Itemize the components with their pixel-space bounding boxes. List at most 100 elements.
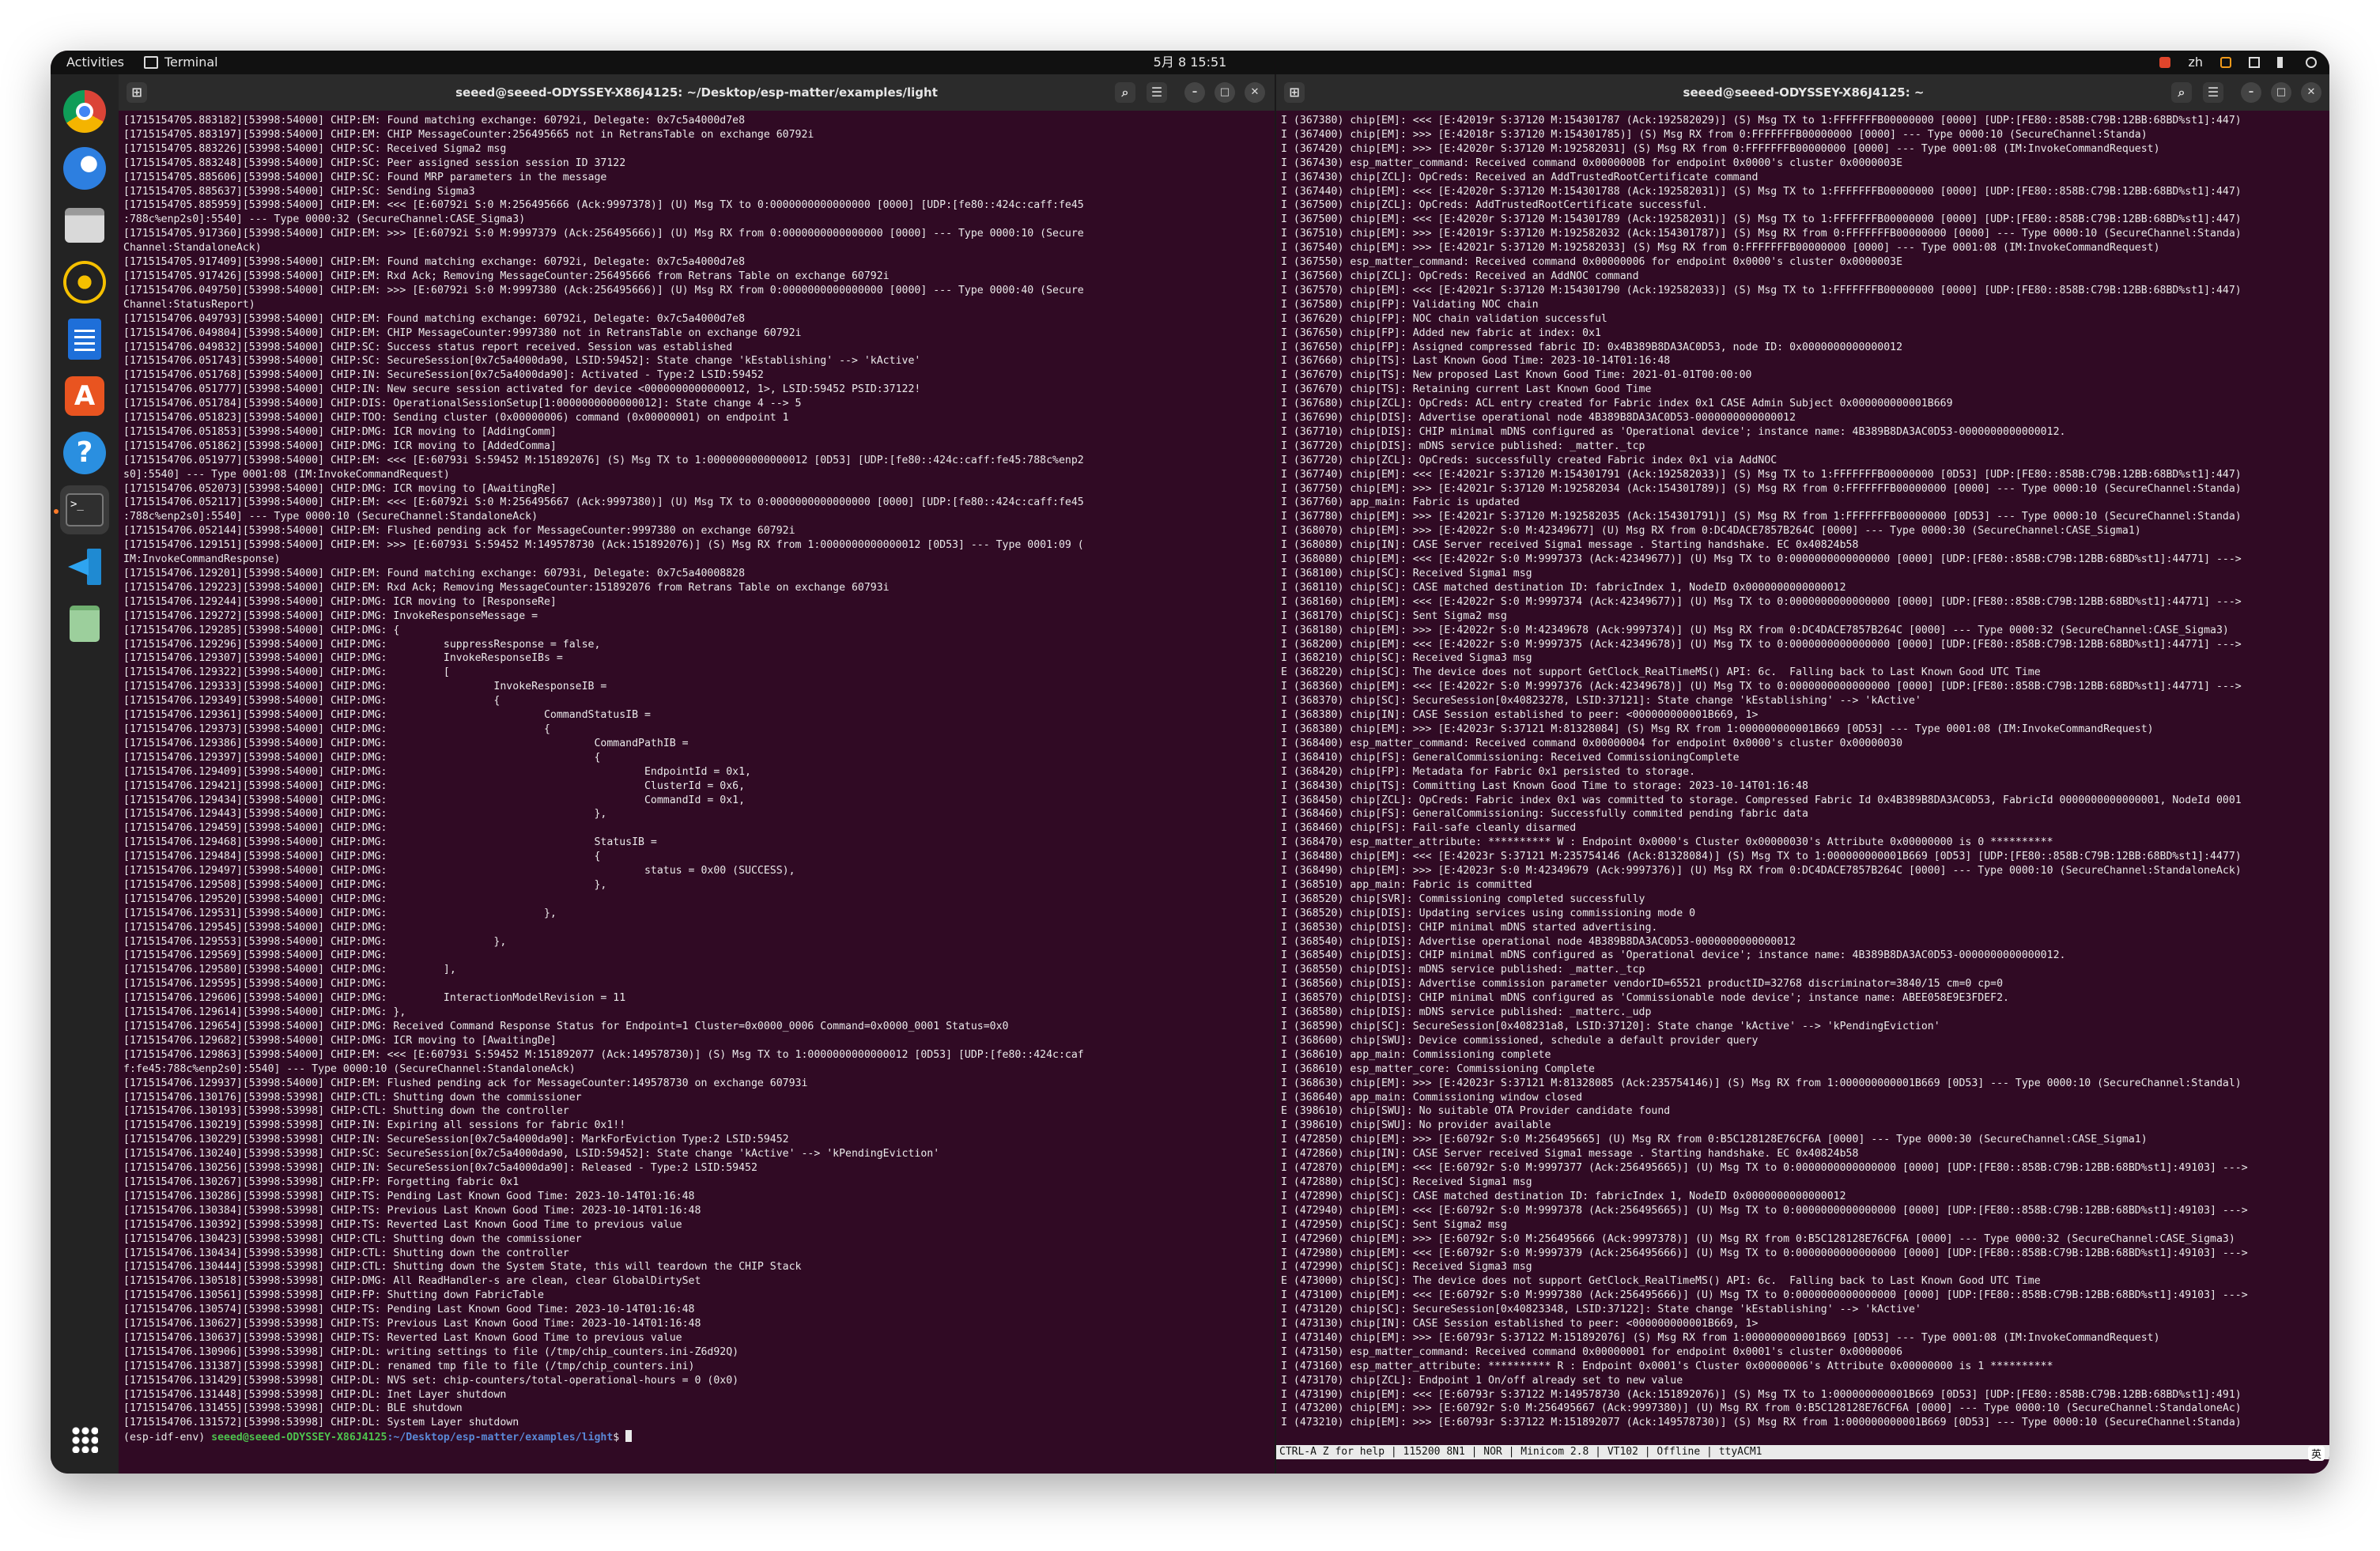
terminal-line: [1715154706.051768][53998:54000] CHIP:IN… [123,369,764,382]
terminal-output-right[interactable]: I (367380) chip[EM]: <<< [E:42019r S:371… [1276,111,2329,1474]
activities-button[interactable]: Activities [66,51,124,74]
dock-help[interactable]: ? [60,428,109,477]
system-tray: zh [2159,51,2317,74]
terminal-line: [1715154706.130574][53998:53998] CHIP:TS… [123,1304,695,1316]
terminal-line: I (473170) chip[ZCL]: Endpoint 1 On/off … [1281,1374,1683,1387]
terminal-window-left[interactable]: ⊞ seeed@seeed-ODYSSEY-X86J4125: ~/Deskto… [119,74,1275,1474]
clock[interactable]: 5月 8 15:51 [1154,51,1227,74]
terminal-line: I (367540) chip[EM]: >>> [E:42021r S:371… [1281,242,2160,255]
terminal-line: I (368520) chip[SVR]: Commissioning comp… [1281,892,1645,905]
titlebar-left[interactable]: ⊞ seeed@seeed-ODYSSEY-X86J4125: ~/Deskto… [119,74,1275,111]
rhythmbox-icon [63,261,106,304]
titlebar-right[interactable]: ⊞ seeed@seeed-ODYSSEY-X86J4125: ~ ⌕ ☰ – … [1276,74,2329,111]
terminal-small-icon [144,56,158,69]
dock-thunderbird[interactable] [60,144,109,193]
dock-writer[interactable] [60,315,109,364]
terminal-line: [1715154706.051743][53998:54000] CHIP:SC… [123,355,921,368]
minicom-status-bar: CTRL-A Z for help | 115200 8N1 | NOR | M… [1276,1445,2329,1459]
terminal-line: [1715154706.130423][53998:53998] CHIP:CT… [123,1232,582,1245]
power-icon[interactable] [2306,57,2317,68]
terminal-line: [1715154705.917426][53998:54000] CHIP:EM… [123,270,890,282]
dock-trash[interactable] [60,599,109,648]
terminal-line: [1715154706.129508][53998:54000] CHIP:DM… [123,878,607,891]
app-grid-icon [71,1426,98,1453]
terminal-line: Channel:StandaloneAck) [123,242,262,255]
notification-icon[interactable] [2220,57,2231,68]
terminal-line: I (368400) esp_matter_command: Received … [1281,737,1903,749]
dock-files[interactable] [60,201,109,250]
network-icon[interactable] [2249,57,2260,68]
terminal-line: I (368170) chip[SC]: Sent Sigma2 msg [1281,609,1507,622]
close-button[interactable]: ✕ [1245,82,1265,103]
terminal-line: [1715154706.129569][53998:54000] CHIP:DM… [123,949,387,962]
terminal-line: I (368600) chip[SWU]: Device commissione… [1281,1034,1759,1047]
terminal-line: E (398610) chip[SWU]: No suitable OTA Pr… [1281,1105,1671,1118]
dock-app-center[interactable]: A [60,372,109,421]
close-icon: ✕ [2306,86,2316,98]
minimize-button[interactable]: – [1184,82,1205,103]
shell-prompt[interactable]: (esp-idf-env) seeed@seeed-ODYSSEY-X86J41… [123,1430,1270,1445]
search-button-right[interactable]: ⌕ [2171,82,2192,103]
terminal-line: I (368380) chip[IN]: CASE Session establ… [1281,709,1759,722]
terminal-line: I (368570) chip[DIS]: CHIP minimal mDNS … [1281,992,2009,1005]
terminal-line: [1715154706.129223][53998:54000] CHIP:EM… [123,581,890,594]
maximize-button-right[interactable]: □ [2271,82,2291,103]
terminal-window-right[interactable]: ⊞ seeed@seeed-ODYSSEY-X86J4125: ~ ⌕ ☰ – … [1275,74,2329,1474]
terminal-line: [1715154706.131387][53998:53998] CHIP:DL… [123,1360,695,1372]
terminal-line: [1715154706.129937][53998:54000] CHIP:EM… [123,1077,808,1089]
terminal-line: I (368540) chip[DIS]: Advertise operatio… [1281,935,1796,948]
minimize-button-right[interactable]: – [2241,82,2261,103]
terminal-line: I (367420) chip[EM]: >>> [E:42020r S:371… [1281,142,2160,155]
minimize-icon: – [2248,86,2254,98]
terminal-line: [1715154706.130256][53998:53998] CHIP:IN… [123,1162,757,1175]
terminal-line: [1715154706.130286][53998:53998] CHIP:TS… [123,1190,695,1202]
terminal-line: I (367500) chip[EM]: <<< [E:42020r S:371… [1281,213,2242,226]
terminal-line: [1715154706.129595][53998:54000] CHIP:DM… [123,978,387,991]
close-button-right[interactable]: ✕ [2301,82,2321,103]
maximize-button[interactable]: □ [1215,82,1235,103]
language-indicator[interactable]: zh [2188,51,2203,74]
terminal-line: I (368460) chip[FS]: Fail-safe cleanly d… [1281,822,1577,835]
dock-vscode[interactable] [60,542,109,591]
terminal-line: I (368550) chip[DIS]: mDNS service publi… [1281,964,1645,976]
search-icon: ⌕ [1121,85,1129,100]
terminal-line: [1715154706.129443][53998:54000] CHIP:DM… [123,808,607,821]
terminal-line: I (473160) esp_matter_attribute: *******… [1281,1360,2053,1372]
close-icon: ✕ [1250,86,1260,98]
terminal-line: I (368080) chip[IN]: CASE Server receive… [1281,539,1859,552]
terminal-line: [1715154706.131572][53998:53998] CHIP:DL… [123,1417,519,1429]
terminal-line: I (368380) chip[EM]: >>> [E:42023r S:371… [1281,723,2154,735]
terminal-line: [1715154706.130193][53998:53998] CHIP:CT… [123,1105,569,1118]
terminal-output-left[interactable]: [1715154705.883182][53998:54000] CHIP:EM… [119,111,1275,1474]
dock-chrome[interactable] [60,87,109,136]
terminal-line: [1715154706.131448][53998:53998] CHIP:DL… [123,1388,507,1401]
terminal-line: I (367400) chip[EM]: >>> [E:42018r S:371… [1281,128,2148,141]
menu-button[interactable]: ☰ [1147,82,1167,103]
terminal-line: [1715154706.129272][53998:54000] CHIP:DM… [123,609,538,622]
app-center-icon: A [65,376,104,416]
terminal-line: [1715154706.130176][53998:53998] CHIP:CT… [123,1091,582,1104]
input-method-icon[interactable] [2159,57,2171,68]
minimize-icon: – [1192,86,1198,98]
dock-terminal[interactable]: >_ [60,485,109,534]
terminal-line: I (368510) app_main: Fabric is committed [1281,878,1532,891]
terminal-icon: >_ [66,493,104,526]
search-button[interactable]: ⌕ [1115,82,1135,103]
volume-icon[interactable] [2277,57,2288,68]
app-menu-terminal[interactable]: Terminal [144,51,218,74]
terminal-line: I (368110) chip[SC]: CASE matched destin… [1281,581,1846,594]
ime-indicator[interactable]: 英 [2307,1446,2325,1461]
terminal-line: [1715154706.129434][53998:54000] CHIP:DM… [123,794,746,806]
terminal-line: [1715154705.883197][53998:54000] CHIP:EM… [123,128,814,141]
text-cursor [625,1430,633,1443]
vscode-icon [65,547,104,587]
prompt-user: seeed@seeed-ODYSSEY-X86J4125 [211,1432,387,1444]
dock-rhythmbox[interactable] [60,258,109,307]
terminal-line: I (473210) chip[EM]: >>> [E:60793r S:371… [1281,1417,2242,1429]
terminal-line: I (367760) app_main: Fabric is updated [1281,496,1520,509]
menu-button-right[interactable]: ☰ [2203,82,2223,103]
show-apps-button[interactable] [60,1415,109,1464]
terminal-line: I (367580) chip[FP]: Validating NOC chai… [1281,298,1539,311]
terminal-line: I (367720) chip[DIS]: mDNS service publi… [1281,440,1645,452]
terminal-line: [1715154705.885959][53998:54000] CHIP:EM… [123,199,1084,212]
